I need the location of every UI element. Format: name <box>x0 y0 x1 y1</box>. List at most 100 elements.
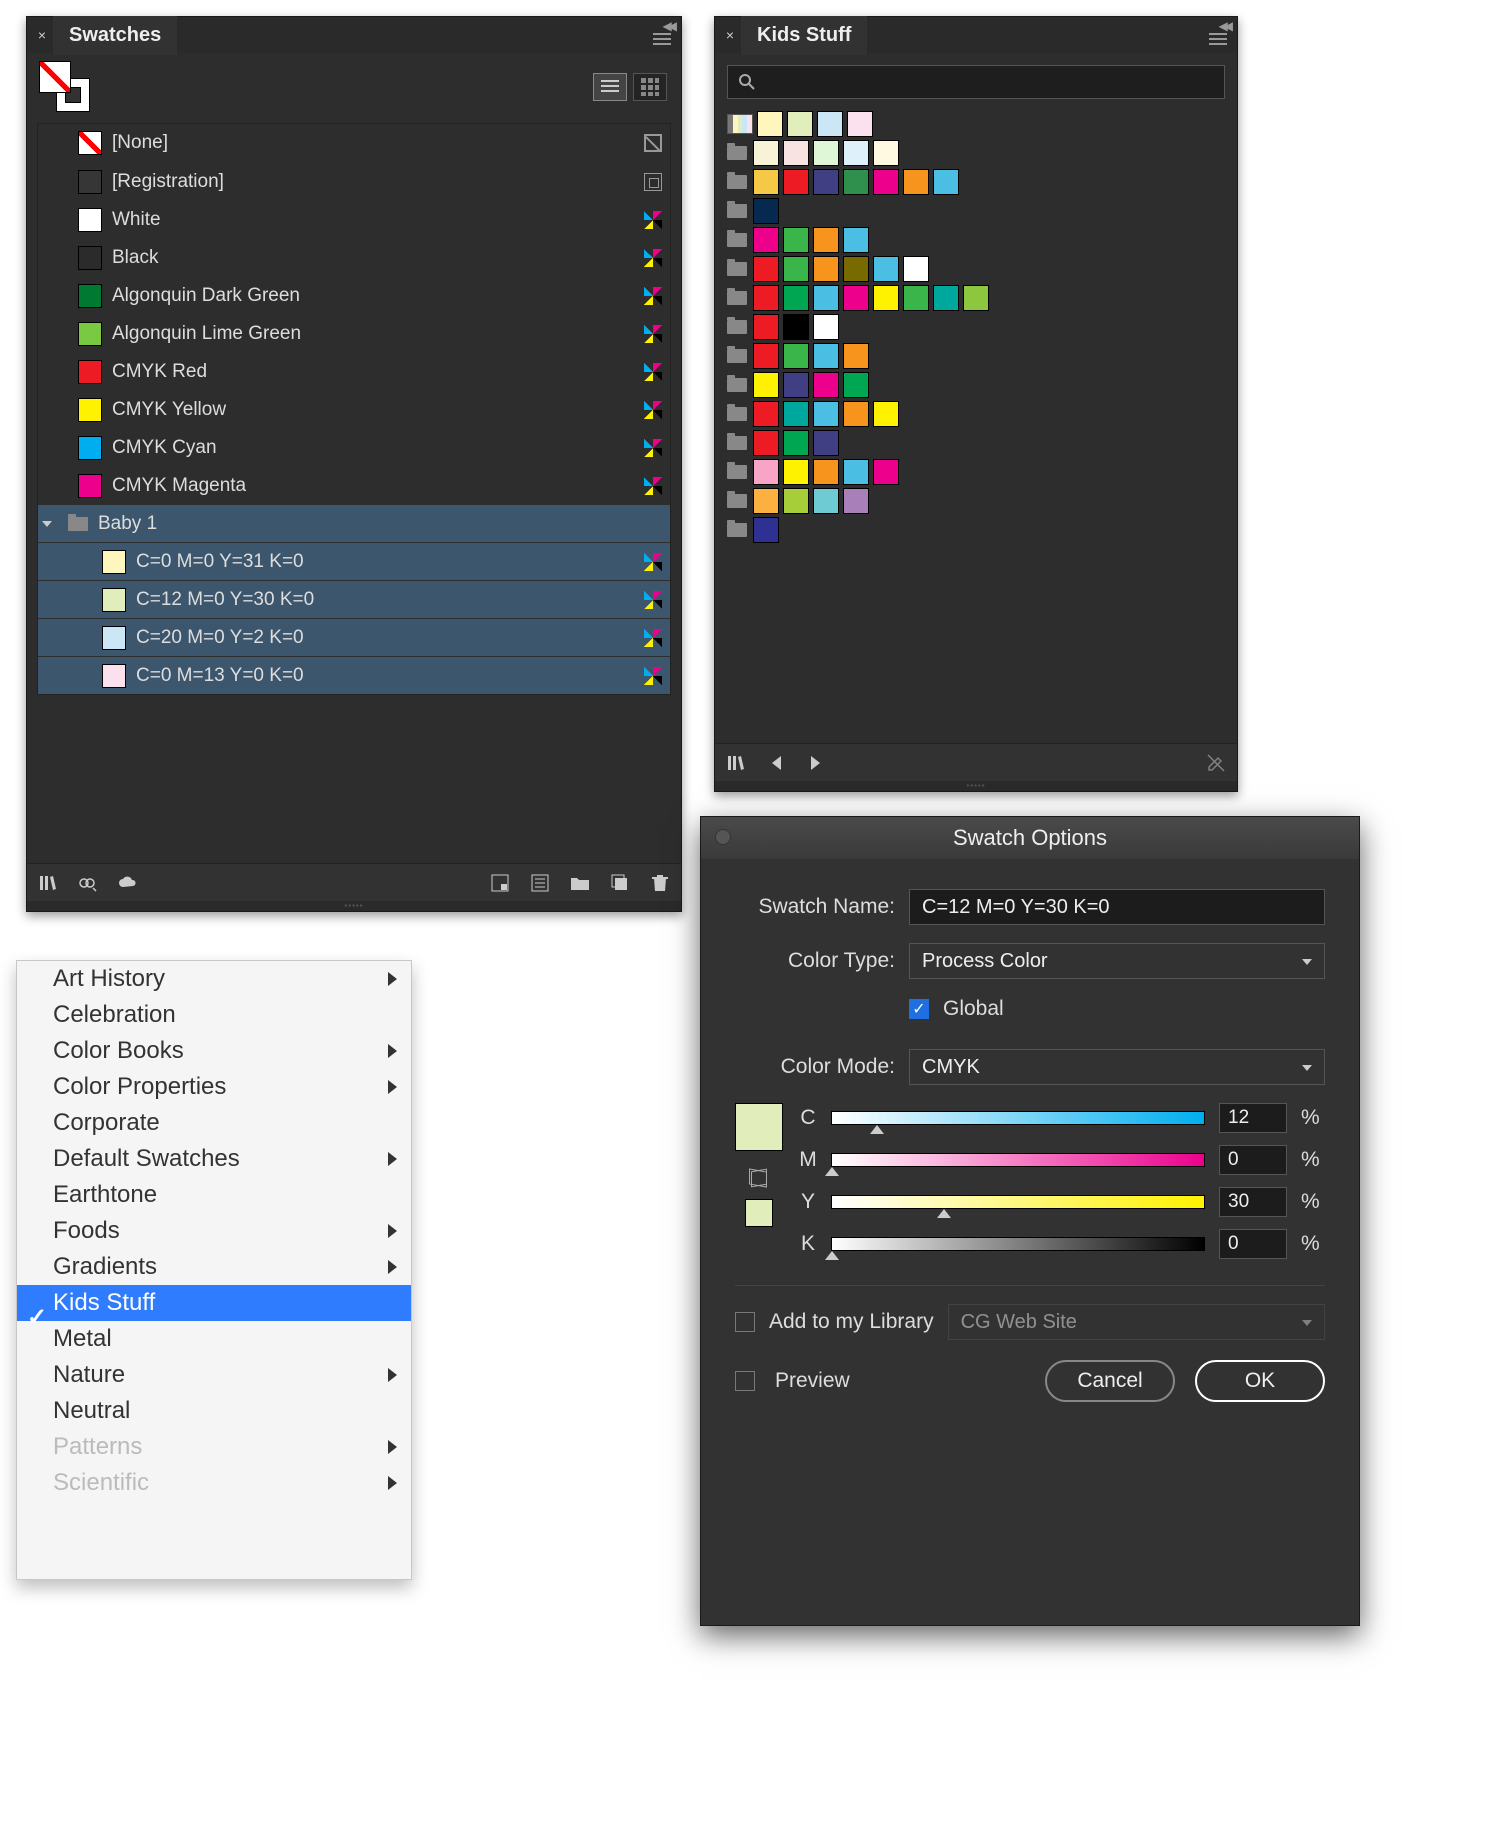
menu-item[interactable]: Corporate <box>17 1105 411 1141</box>
swatch-chip[interactable] <box>903 256 929 282</box>
fill-box[interactable] <box>39 61 71 93</box>
swatch-chip[interactable] <box>933 169 959 195</box>
swatch-chip[interactable] <box>783 459 809 485</box>
folder-icon[interactable] <box>727 291 747 305</box>
show-kinds-icon[interactable] <box>77 872 99 894</box>
swatch-chip[interactable] <box>873 256 899 282</box>
cloud-icon[interactable] <box>117 872 139 894</box>
swatch-chip[interactable] <box>783 372 809 398</box>
folder-icon[interactable] <box>727 175 747 189</box>
swatch-row[interactable]: Algonquin Dark Green <box>38 276 670 314</box>
cube-icon[interactable] <box>748 1167 770 1189</box>
swatch-chip[interactable] <box>843 169 869 195</box>
menu-item[interactable]: Neutral <box>17 1393 411 1429</box>
swatch-chip[interactable] <box>843 459 869 485</box>
swatch-chip[interactable] <box>753 517 779 543</box>
trash-icon[interactable] <box>649 872 671 894</box>
swatch-chip[interactable] <box>783 430 809 456</box>
swatch-row[interactable]: C=20 M=0 Y=2 K=0 <box>38 618 670 656</box>
folder-icon[interactable] <box>727 494 747 508</box>
swatch-chip[interactable] <box>753 488 779 514</box>
swatch-chip[interactable] <box>817 111 843 137</box>
folder-icon[interactable] <box>727 349 747 363</box>
swatch-chip[interactable] <box>843 401 869 427</box>
swatch-chip[interactable] <box>813 140 839 166</box>
folder-icon[interactable] <box>727 378 747 392</box>
close-icon[interactable]: × <box>31 24 53 46</box>
swatch-row[interactable]: CMYK Red <box>38 352 670 390</box>
swatch-chip[interactable] <box>783 401 809 427</box>
menu-item[interactable]: Foods <box>17 1213 411 1249</box>
swatch-chip[interactable] <box>783 169 809 195</box>
folder-icon[interactable] <box>727 146 747 160</box>
menu-item[interactable]: Color Books <box>17 1033 411 1069</box>
collapse-icon[interactable]: ◀◀ <box>1219 19 1229 33</box>
lead-chip[interactable] <box>727 114 753 134</box>
swatches-tab[interactable]: Swatches <box>53 16 177 55</box>
swatch-chip[interactable] <box>753 140 779 166</box>
swatch-chip[interactable] <box>753 372 779 398</box>
folder-icon[interactable] <box>727 523 747 537</box>
folder-icon[interactable] <box>727 204 747 218</box>
swatch-chip[interactable] <box>813 372 839 398</box>
swatch-chip[interactable] <box>813 488 839 514</box>
menu-item[interactable]: Kids Stuff <box>17 1285 411 1321</box>
folder-icon[interactable] <box>727 407 747 421</box>
menu-item[interactable]: Earthtone <box>17 1177 411 1213</box>
swatch-row[interactable]: Algonquin Lime Green <box>38 314 670 352</box>
swatch-chip[interactable] <box>787 111 813 137</box>
color-group-row[interactable]: Baby 1 <box>38 504 670 542</box>
swatch-chip[interactable] <box>783 256 809 282</box>
m-slider[interactable] <box>831 1153 1205 1167</box>
kids-stuff-tab[interactable]: Kids Stuff <box>741 16 867 55</box>
swatch-chip[interactable] <box>813 401 839 427</box>
swatch-chip[interactable] <box>753 256 779 282</box>
swatch-chip[interactable] <box>873 459 899 485</box>
swatch-chip[interactable] <box>963 285 989 311</box>
preview-checkbox[interactable] <box>735 1371 755 1391</box>
dialog-close-icon[interactable] <box>715 829 731 845</box>
m-value[interactable]: 0 <box>1219 1145 1287 1175</box>
swatch-chip[interactable] <box>813 285 839 311</box>
panel-menu-icon[interactable] <box>1209 33 1227 47</box>
dialog-titlebar[interactable]: Swatch Options <box>701 817 1359 859</box>
resize-grip[interactable]: ▪▪▪▪▪ <box>27 901 681 911</box>
swatch-options-icon[interactable] <box>489 872 511 894</box>
list-view-button[interactable] <box>593 73 627 101</box>
swatch-chip[interactable] <box>753 459 779 485</box>
collapse-icon[interactable]: ◀◀ <box>663 19 673 33</box>
swatch-chip[interactable] <box>843 343 869 369</box>
y-slider[interactable] <box>831 1195 1205 1209</box>
y-value[interactable]: 30 <box>1219 1187 1287 1217</box>
swatch-chip[interactable] <box>873 140 899 166</box>
menu-item[interactable]: Metal <box>17 1321 411 1357</box>
color-mode-select[interactable]: CMYK <box>909 1049 1325 1085</box>
prev-icon[interactable] <box>765 752 787 774</box>
swatch-chip[interactable] <box>843 285 869 311</box>
search-input[interactable] <box>727 65 1225 99</box>
swatch-chip[interactable] <box>813 459 839 485</box>
menu-item[interactable]: Color Properties <box>17 1069 411 1105</box>
color-type-select[interactable]: Process Color <box>909 943 1325 979</box>
menu-item[interactable]: Scientific <box>17 1465 411 1501</box>
swatch-row[interactable]: C=0 M=13 Y=0 K=0 <box>38 656 670 694</box>
swatch-chip[interactable] <box>753 430 779 456</box>
menu-item[interactable]: Nature <box>17 1357 411 1393</box>
menu-item[interactable]: Patterns <box>17 1429 411 1465</box>
swatch-chip[interactable] <box>813 169 839 195</box>
swatch-chip[interactable] <box>753 401 779 427</box>
folder-icon[interactable] <box>727 436 747 450</box>
next-icon[interactable] <box>805 752 827 774</box>
swatch-chip[interactable] <box>783 343 809 369</box>
swatch-row[interactable]: Black <box>38 238 670 276</box>
swatch-chip[interactable] <box>843 140 869 166</box>
swatch-row[interactable]: CMYK Yellow <box>38 390 670 428</box>
swatch-chip[interactable] <box>783 140 809 166</box>
swatch-chip[interactable] <box>783 314 809 340</box>
chevron-down-icon[interactable] <box>44 517 58 531</box>
menu-item[interactable]: Gradients <box>17 1249 411 1285</box>
swatch-row[interactable]: [None] <box>38 124 670 162</box>
swatch-chip[interactable] <box>813 256 839 282</box>
swatch-chip[interactable] <box>873 401 899 427</box>
ok-button[interactable]: OK <box>1195 1360 1325 1402</box>
